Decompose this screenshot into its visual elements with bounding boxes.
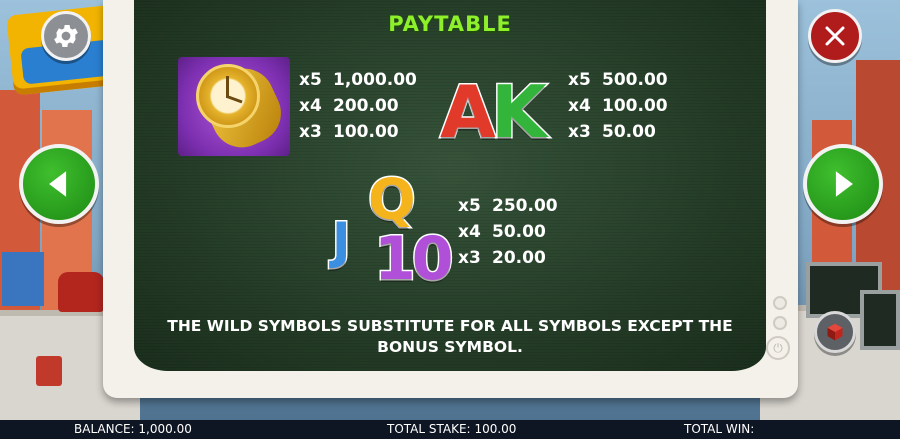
- pay-value: 200.00: [333, 96, 399, 116]
- number-10-symbol: 10: [373, 223, 455, 296]
- pay-value: 100.00: [602, 96, 668, 116]
- pay-count: x3: [458, 248, 481, 268]
- letter-a-symbol: A: [439, 69, 498, 156]
- pay-row: x3 20.00: [458, 245, 558, 271]
- ak-pay-list: x5 500.00 x4 100.00 x3 50.00: [568, 67, 668, 145]
- power-icon: ⏻: [766, 336, 790, 360]
- win-label: TOTAL WIN:: [684, 422, 755, 436]
- close-button[interactable]: [808, 9, 862, 63]
- status-bar: BALANCE: 1,000.00 TOTAL STAKE: 100.00 TO…: [0, 420, 900, 439]
- stake-display: TOTAL STAKE: 100.00: [387, 422, 516, 436]
- pay-row: x3 50.00: [568, 119, 668, 145]
- stake-value: 100.00: [474, 422, 517, 436]
- pay-row: x4 100.00: [568, 93, 668, 119]
- balance-display: BALANCE: 1,000.00: [74, 422, 192, 436]
- monitor-decoration: [860, 290, 900, 350]
- mug-decoration: [36, 356, 62, 386]
- pay-count: x3: [299, 122, 322, 142]
- pay-count: x4: [299, 96, 322, 116]
- monitor-side-buttons: [770, 296, 790, 336]
- settings-button[interactable]: [41, 11, 91, 61]
- page-title: PAYTABLE: [388, 12, 512, 36]
- pay-count: x5: [568, 70, 591, 90]
- previous-page-button[interactable]: [19, 144, 99, 224]
- close-icon: [825, 26, 845, 46]
- pay-count: x5: [458, 196, 481, 216]
- letter-j-symbol: J: [331, 211, 353, 272]
- next-page-button[interactable]: [803, 144, 883, 224]
- pay-row: x4 200.00: [299, 93, 417, 119]
- triangle-right-icon: [835, 171, 853, 197]
- balance-label: BALANCE:: [74, 422, 135, 436]
- win-display: TOTAL WIN:: [684, 422, 754, 436]
- pay-row: x3 100.00: [299, 119, 417, 145]
- pay-row: x5 500.00: [568, 67, 668, 93]
- pay-count: x3: [568, 122, 591, 142]
- pay-value: 50.00: [492, 222, 546, 242]
- balance-value: 1,000.00: [138, 422, 192, 436]
- letter-k-symbol: K: [490, 69, 549, 156]
- phone-decoration: [58, 272, 104, 312]
- stake-label: TOTAL STAKE:: [387, 422, 471, 436]
- cube-icon: [827, 323, 843, 341]
- pay-value: 250.00: [492, 196, 558, 216]
- binder-decoration: [2, 252, 44, 306]
- pay-count: x4: [458, 222, 481, 242]
- triangle-left-icon: [49, 171, 67, 197]
- pay-value: 20.00: [492, 248, 546, 268]
- watch-pay-list: x5 1,000.00 x4 200.00 x3 100.00: [299, 67, 417, 145]
- pay-count: x5: [299, 70, 322, 90]
- monitor-dot: [773, 316, 787, 330]
- pay-value: 50.00: [602, 122, 656, 142]
- pay-row: x4 50.00: [458, 219, 558, 245]
- note-line: THE WILD SYMBOLS SUBSTITUTE FOR ALL SYMB…: [167, 317, 733, 335]
- pay-value: 500.00: [602, 70, 668, 90]
- pay-count: x4: [568, 96, 591, 116]
- gear-icon: [54, 25, 78, 47]
- pay-row: x5 250.00: [458, 193, 558, 219]
- jq10-pay-list: x5 250.00 x4 50.00 x3 20.00: [458, 193, 558, 271]
- pay-value: 100.00: [333, 122, 399, 142]
- cube-button[interactable]: [814, 311, 856, 353]
- pay-row: x5 1,000.00: [299, 67, 417, 93]
- monitor-dot: [773, 296, 787, 310]
- wild-symbol-note: THE WILD SYMBOLS SUBSTITUTE FOR ALL SYMB…: [134, 316, 766, 358]
- pay-value: 1,000.00: [333, 70, 417, 90]
- note-line: BONUS SYMBOL.: [377, 338, 523, 356]
